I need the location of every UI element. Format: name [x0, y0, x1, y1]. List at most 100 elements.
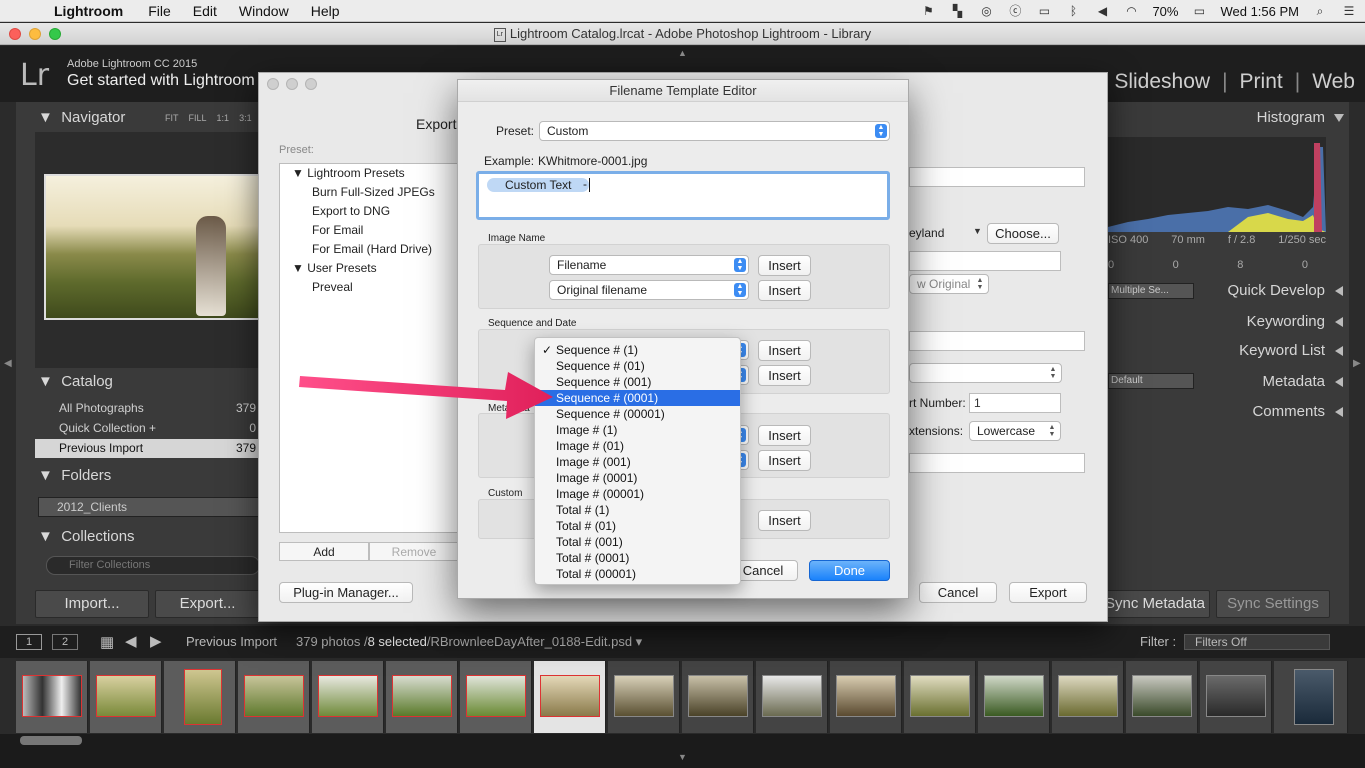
creative-cloud-icon[interactable]: ⓒ [1007, 4, 1023, 18]
filmstrip-thumbnail[interactable] [608, 661, 680, 733]
menu-file[interactable]: File [137, 3, 182, 19]
menu-item-total-0001[interactable]: Total # (0001) [535, 550, 740, 566]
menu-app-name[interactable]: Lightroom [50, 3, 137, 19]
navigator-zoom-options[interactable]: FIT FILL 1:1 3:1 [165, 113, 252, 123]
fte-preset-select[interactable]: Custom ▲ ▼ [539, 121, 890, 141]
notification-center-icon[interactable]: ☰ [1341, 4, 1357, 18]
quick-develop-preset-select[interactable]: Multiple Se... [1108, 283, 1194, 299]
filmstrip-thumbnail[interactable] [386, 661, 458, 733]
preset-burn-full-sized-jpegs[interactable]: Burn Full-Sized JPEGs [312, 183, 435, 202]
remove-preset-button[interactable]: Remove [369, 542, 459, 561]
dialog-close-dot[interactable] [267, 78, 279, 90]
menu-help[interactable]: Help [300, 3, 351, 19]
filmstrip-thumbnail-active[interactable] [534, 661, 606, 733]
catalog-previous-import[interactable]: Previous Import 379 [35, 439, 260, 458]
filmstrip-thumbnail[interactable] [904, 661, 976, 733]
keywording-expand-icon[interactable] [1335, 317, 1343, 327]
top-panel-toggle-icon[interactable]: ▲ [678, 48, 687, 58]
collections-header[interactable]: ▼ Collections [38, 528, 135, 545]
filmstrip-thumbnail[interactable] [16, 661, 88, 733]
export-cancel-button[interactable]: Cancel [919, 582, 997, 603]
filmstrip-thumbnail[interactable] [238, 661, 310, 733]
filmstrip-thumbnail[interactable] [312, 661, 384, 733]
export-confirm-button[interactable]: Export [1009, 582, 1087, 603]
bottom-panel-toggle-icon[interactable]: ▼ [678, 752, 687, 762]
menu-item-image-001[interactable]: Image # (001) [535, 454, 740, 470]
insert-button-6[interactable]: Insert [758, 450, 811, 471]
histogram-collapse-icon[interactable] [1334, 114, 1344, 122]
insert-button-5[interactable]: Insert [758, 425, 811, 446]
preset-for-email-hard-drive[interactable]: For Email (Hard Drive) [312, 240, 432, 259]
filmstrip-thumbnail[interactable] [1126, 661, 1198, 733]
mail-flag-icon[interactable]: ⚑ [920, 4, 936, 18]
filmstrip-scrollbar-thumb[interactable] [20, 736, 82, 745]
keywording-header[interactable]: Keywording [1247, 313, 1325, 330]
add-preset-button[interactable]: Add [279, 542, 369, 561]
keyword-list-expand-icon[interactable] [1335, 346, 1343, 356]
airplay-icon[interactable]: ▭ [1036, 4, 1052, 18]
folders-header[interactable]: ▼ Folders [38, 467, 111, 484]
menu-window[interactable]: Window [228, 3, 300, 19]
preset-preveal[interactable]: Preveal [312, 278, 353, 297]
filmstrip-thumbnail[interactable] [830, 661, 902, 733]
dialog-minimize-dot[interactable] [286, 78, 298, 90]
sync-icon[interactable]: ◎ [978, 4, 994, 18]
filmstrip-source[interactable]: Previous Import [186, 634, 277, 649]
insert-button-2[interactable]: Insert [758, 280, 811, 301]
existing-files-select[interactable]: w Original ▲ ▼ [909, 274, 989, 294]
preset-group-lightroom[interactable]: ▼ Lightroom Presets [292, 164, 405, 183]
insert-button-3[interactable]: Insert [758, 340, 811, 361]
filmstrip-thumbnail[interactable] [978, 661, 1050, 733]
menu-item-total-00001[interactable]: Total # (00001) [535, 566, 740, 582]
comments-header[interactable]: Comments [1252, 403, 1325, 420]
histogram-graph[interactable] [1108, 137, 1326, 232]
get-started-link[interactable]: Get started with Lightroom [67, 72, 255, 90]
window-close-button[interactable] [9, 28, 21, 40]
module-slideshow[interactable]: Slideshow [1114, 70, 1210, 94]
secondary-window-view-button[interactable]: 2 [52, 634, 78, 650]
filmstrip-thumbnail[interactable] [90, 661, 162, 733]
navigator-header[interactable]: ▼ Navigator [38, 109, 125, 126]
volume-icon[interactable]: ◀ [1094, 4, 1110, 18]
catalog-all-photographs[interactable]: All Photographs 379 [35, 399, 260, 418]
import-button[interactable]: Import... [35, 590, 149, 618]
metadata-expand-icon[interactable] [1335, 377, 1343, 387]
zoom-3-1[interactable]: 3:1 [239, 113, 252, 123]
left-panel-toggle-icon[interactable]: ◀ [4, 358, 12, 369]
filter-collections-input[interactable]: Filter Collections [46, 556, 260, 575]
menu-item-sequence-00001[interactable]: Sequence # (00001) [535, 406, 740, 422]
menu-item-image-1[interactable]: Image # (1) [535, 422, 740, 438]
folder-dropdown-icon[interactable]: ▼ [973, 226, 982, 236]
quick-develop-header[interactable]: Quick Develop [1227, 282, 1325, 299]
menu-item-sequence-1[interactable]: ✓ Sequence # (1) [535, 342, 740, 358]
sync-metadata-button[interactable]: Sync Metadata [1100, 590, 1210, 618]
zoom-fill[interactable]: FILL [189, 113, 207, 123]
battery-percent[interactable]: 70% [1152, 4, 1178, 19]
custom-text-token[interactable]: Custom Text [487, 178, 590, 192]
main-window-view-button[interactable]: 1 [16, 634, 42, 650]
template-token-field[interactable]: Custom Text - [476, 171, 890, 220]
menu-item-sequence-01[interactable]: Sequence # (01) [535, 358, 740, 374]
dialog-zoom-dot[interactable] [305, 78, 317, 90]
start-number-input[interactable]: 1 [969, 393, 1061, 413]
menu-edit[interactable]: Edit [182, 3, 228, 19]
grid-icon[interactable]: ▚ [949, 4, 965, 18]
module-print[interactable]: Print [1240, 70, 1283, 94]
preset-group-user[interactable]: ▼ User Presets [292, 259, 377, 278]
filmstrip-thumbnail[interactable] [756, 661, 828, 733]
filmstrip-thumbnail[interactable] [1052, 661, 1124, 733]
menu-item-image-00001[interactable]: Image # (00001) [535, 486, 740, 502]
plugin-manager-button[interactable]: Plug-in Manager... [279, 582, 413, 603]
menu-clock[interactable]: Wed 1:56 PM [1220, 4, 1299, 19]
back-arrow-icon[interactable]: ◀ [125, 632, 137, 650]
window-zoom-button[interactable] [49, 28, 61, 40]
keyword-list-header[interactable]: Keyword List [1239, 342, 1325, 359]
insert-button-1[interactable]: Insert [758, 255, 811, 276]
preset-export-to-dng[interactable]: Export to DNG [312, 202, 390, 221]
right-panel-toggle-icon[interactable]: ▶ [1353, 358, 1361, 369]
metadata-preset-select[interactable]: Default [1108, 373, 1194, 389]
folder-volume-item[interactable]: 2012_Clients [38, 497, 260, 517]
menu-item-total-1[interactable]: Total # (1) [535, 502, 740, 518]
wifi-icon[interactable]: ◠ [1123, 4, 1139, 18]
menu-item-sequence-0001[interactable]: Sequence # (0001) [535, 390, 740, 406]
